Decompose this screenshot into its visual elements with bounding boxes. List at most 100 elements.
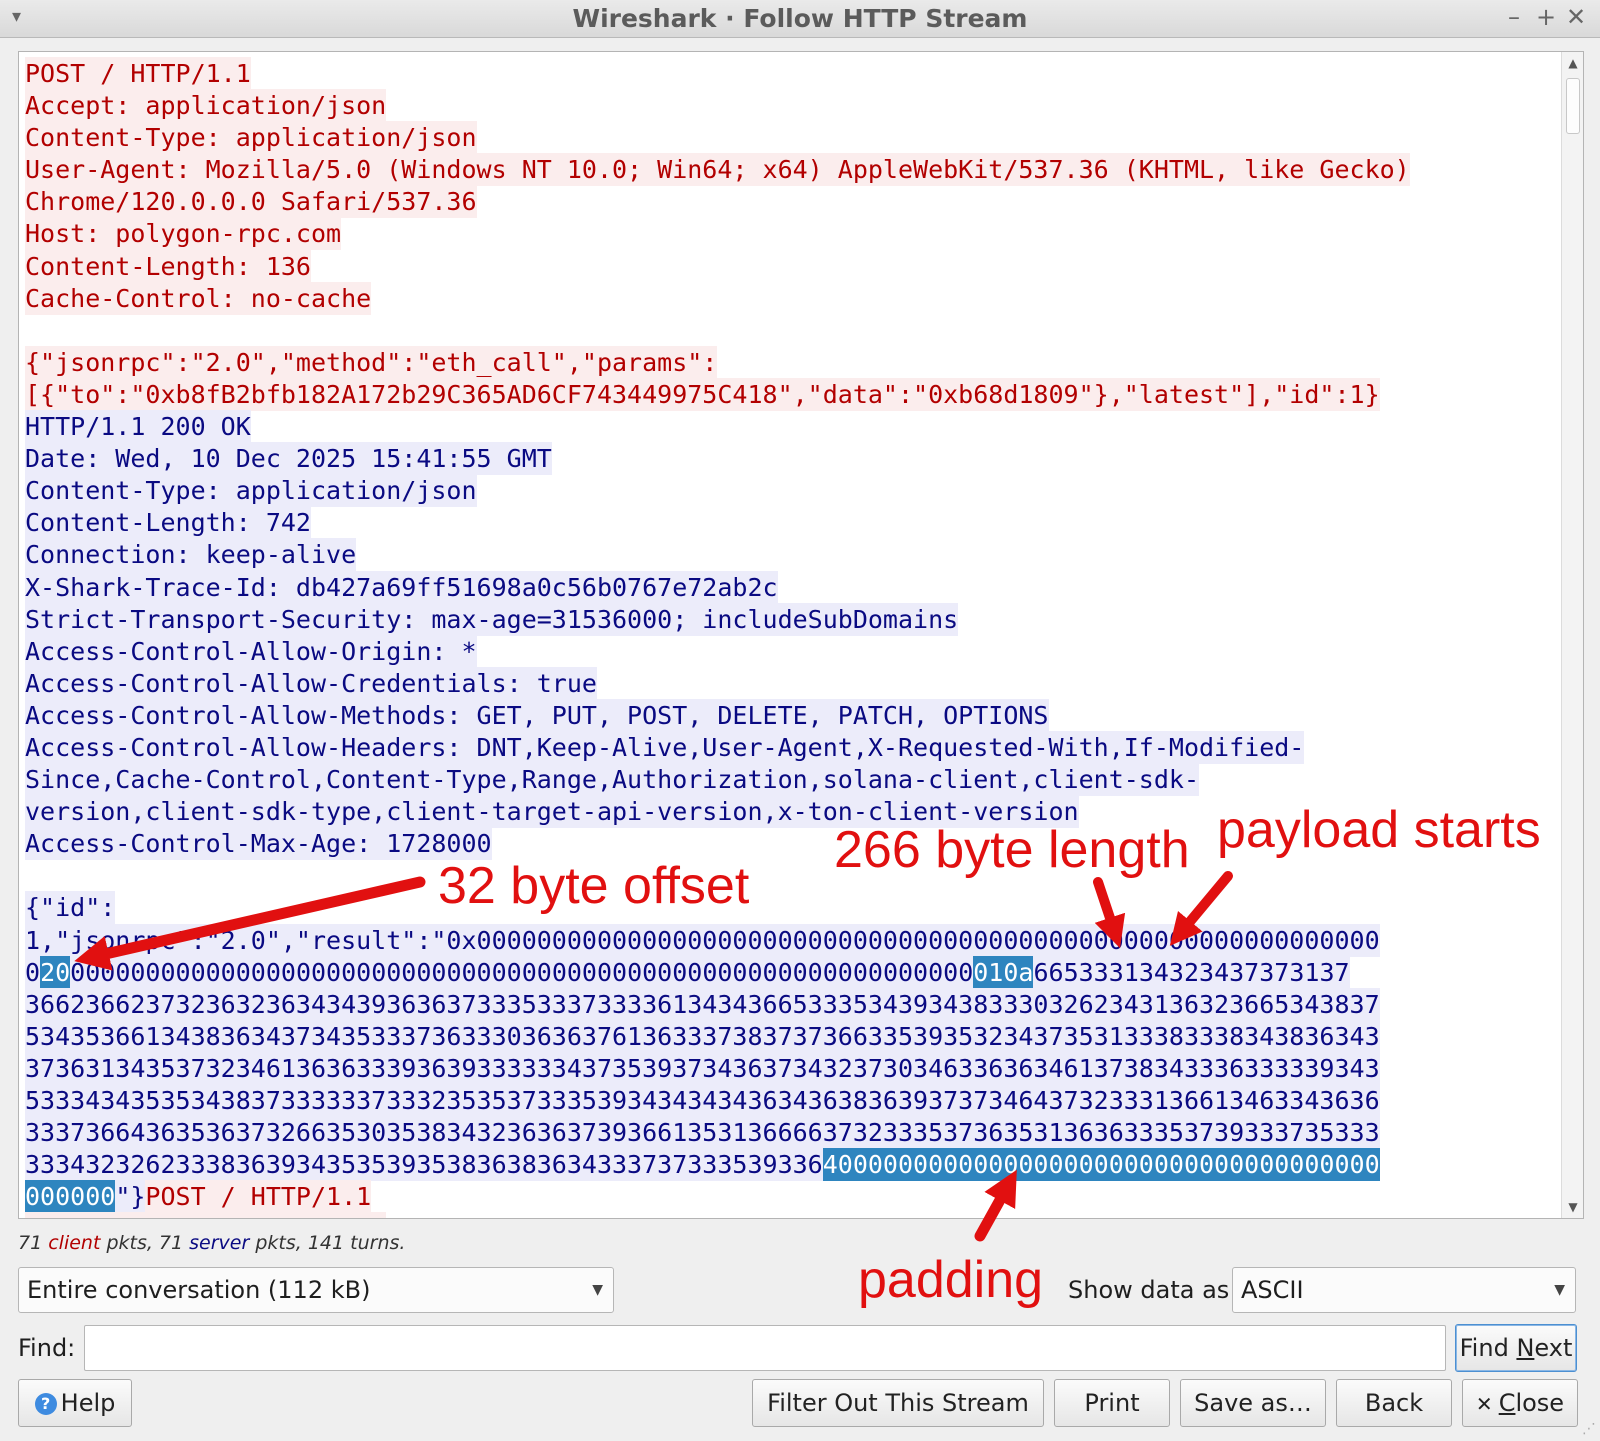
server-text: Access-Control-Max-Age: 1728000 — [25, 827, 492, 861]
stream-line: Accept: application/json — [25, 89, 1555, 123]
server-text: Access-Control-Allow-Headers: DNT,Keep-A… — [25, 730, 1305, 764]
stream-line — [25, 860, 1555, 892]
stream-stats: 71 client pkts, 71 server pkts, 141 turn… — [18, 1232, 406, 1254]
client-text: POST / HTTP/1.1 — [145, 1180, 372, 1214]
close-icon: ✕ — [1475, 1392, 1493, 1416]
client-text: Cache-Control: no-cache — [25, 281, 372, 315]
print-button[interactable]: Print — [1054, 1379, 1170, 1427]
highlighted-bytes: 010a — [973, 955, 1034, 989]
server-text: Strict-Transport-Security: max-age=31536… — [25, 602, 959, 636]
dropdown-arrow-icon: ▼ — [1554, 1282, 1565, 1298]
stream-line: Cache-Control: no-cache — [25, 281, 1555, 315]
server-text: 665333134323437373137 — [1033, 955, 1350, 989]
stream-text-area[interactable]: POST / HTTP/1.1 Accept: application/json C… — [18, 51, 1584, 1219]
minimize-icon[interactable]: – — [1502, 3, 1526, 31]
stream-line: Access-Control-Allow-Origin: * — [25, 634, 1555, 668]
stream-line: 5343536613438363437343533373633303636376… — [25, 1019, 1555, 1053]
stream-line: 5333434353534383733333373332353537333539… — [25, 1084, 1555, 1117]
server-text: Content-Type: application/json — [25, 474, 477, 508]
client-text: Accept: application/json — [25, 1212, 387, 1218]
client-text: Content-Length: 136 — [25, 249, 311, 283]
stream-line: Content-Type: application/json — [25, 474, 1555, 508]
stream-line: 3337366436353637326635303538343236363739… — [25, 1116, 1555, 1150]
server-text: Content-Length: 742 — [25, 506, 311, 540]
close-button[interactable]: ✕ Close — [1462, 1379, 1578, 1427]
scroll-up-icon[interactable]: ▲ — [1564, 54, 1582, 72]
client-text: User-Agent: Mozilla/5.0 (Windows NT 10.0… — [25, 153, 1410, 187]
stream-line: X-Shark-Trace-Id: db427a69ff51698a0c56b0… — [25, 570, 1555, 604]
client-text: {"jsonrpc":"2.0","method":"eth_call","pa… — [25, 345, 718, 379]
scrollbar-thumb[interactable] — [1566, 78, 1580, 134]
stream-line: 1,"jsonrpc":"2.0","result":"0x0000000000… — [25, 923, 1555, 957]
server-word: server — [189, 1232, 250, 1254]
stream-line: 3736313435373234613636333936393333334373… — [25, 1051, 1555, 1085]
server-text: HTTP/1.1 200 OK — [25, 410, 251, 444]
highlighted-bytes: 20 — [40, 955, 71, 989]
server-text: 3337366436353637326635303538343236363739… — [25, 1116, 1380, 1150]
vertical-scrollbar[interactable]: ▲ ▼ — [1561, 52, 1583, 1218]
resize-grip-icon[interactable]: ⋰ — [1582, 1421, 1596, 1437]
stream-line: {"id": — [25, 891, 1555, 925]
back-button[interactable]: Back — [1336, 1379, 1452, 1427]
close-window-icon[interactable]: ✕ — [1564, 3, 1588, 31]
stream-line: Host: polygon-rpc.com — [25, 217, 1555, 251]
find-label: Find: — [18, 1334, 76, 1362]
server-text: Access-Control-Allow-Credentials: true — [25, 666, 597, 700]
server-text: 5333434353534383733333373332353537333539… — [25, 1084, 1380, 1117]
stream-line: 3662366237323632363434393636373335333733… — [25, 987, 1555, 1021]
server-text: 1,"jsonrpc":"2.0","result":"0x0000000000… — [25, 923, 1380, 957]
annotation-padding: padding — [858, 1251, 1044, 1309]
stream-line: Since,Cache-Control,Content-Type,Range,A… — [25, 763, 1555, 797]
client-text: POST / HTTP/1.1 — [25, 57, 251, 90]
annotation-offset: 32 byte offset — [438, 857, 750, 915]
server-text: Access-Control-Allow-Origin: * — [25, 634, 477, 668]
stream-line: Content-Type: application/json — [25, 121, 1555, 155]
help-icon: ? — [34, 1393, 57, 1415]
server-text: {"id": — [25, 891, 116, 925]
stream-line: Chrome/120.0.0.0 Safari/537.36 — [25, 185, 1555, 219]
stream-line: 000000"}POST / HTTP/1.1 — [25, 1180, 1555, 1214]
scroll-down-icon[interactable]: ▼ — [1564, 1198, 1582, 1216]
find-next-button[interactable]: Find Next — [1455, 1324, 1577, 1372]
server-text: 0000000000000000000000000000000000000000… — [70, 955, 974, 989]
server-text: 3736313435373234613636333936393333334373… — [25, 1051, 1380, 1085]
maximize-icon[interactable]: + — [1534, 3, 1558, 31]
stream-line: Content-Length: 136 — [25, 249, 1555, 283]
stream-line: POST / HTTP/1.1 — [25, 57, 1555, 90]
server-text: Date: Wed, 10 Dec 2025 15:41:55 GMT — [25, 442, 552, 476]
server-text: Since,Cache-Control,Content-Type,Range,A… — [25, 763, 1199, 797]
filter-out-stream-button[interactable]: Filter Out This Stream — [752, 1379, 1044, 1427]
server-text: Access-Control-Allow-Methods: GET, PUT, … — [25, 698, 1049, 732]
show-data-select[interactable]: ASCII ▼ — [1232, 1267, 1576, 1313]
client-text: [{"to":"0xb8fB2bfb182A172b29C365AD6CF743… — [25, 377, 1380, 411]
stream-content: POST / HTTP/1.1 Accept: application/json C… — [25, 57, 1555, 1218]
stream-line: Access-Control-Allow-Credentials: true — [25, 666, 1555, 700]
conversation-select[interactable]: Entire conversation (112 kB) ▼ — [18, 1267, 614, 1313]
stream-line — [25, 315, 1555, 347]
show-data-label: Show data as — [1068, 1276, 1230, 1304]
stream-line: Date: Wed, 10 Dec 2025 15:41:55 GMT — [25, 442, 1555, 476]
client-text: Chrome/120.0.0.0 Safari/537.36 — [25, 185, 477, 219]
server-text: "} — [115, 1180, 146, 1214]
highlighted-bytes: 000000 — [25, 1180, 116, 1214]
stream-line: [{"to":"0xb8fB2bfb182A172b29C365AD6CF743… — [25, 377, 1555, 411]
help-button[interactable]: ? Help — [18, 1379, 132, 1427]
server-text: Connection: keep-alive — [25, 538, 357, 572]
annotation-length: 266 byte length — [834, 821, 1190, 879]
title-bar: ▾ Wireshark · Follow HTTP Stream – + ✕ — [0, 0, 1600, 38]
stream-line: HTTP/1.1 200 OK — [25, 410, 1555, 444]
stream-line: Strict-Transport-Security: max-age=31536… — [25, 602, 1555, 636]
client-text: Host: polygon-rpc.com — [25, 217, 342, 251]
server-text: 5343536613438363437343533373633303636376… — [25, 1019, 1380, 1053]
stream-line: {"jsonrpc":"2.0","method":"eth_call","pa… — [25, 345, 1555, 379]
server-text: 3334323262333836393435353935383638363433… — [25, 1148, 823, 1182]
annotation-payload: payload starts — [1217, 801, 1541, 859]
dropdown-arrow-icon: ▼ — [592, 1282, 603, 1298]
window-title: Wireshark · Follow HTTP Stream — [572, 4, 1028, 33]
client-word: client — [48, 1232, 101, 1254]
server-text: X-Shark-Trace-Id: db427a69ff51698a0c56b0… — [25, 570, 778, 604]
stream-line: Content-Length: 742 — [25, 506, 1555, 540]
save-as-button[interactable]: Save as… — [1180, 1379, 1326, 1427]
find-input[interactable] — [84, 1325, 1446, 1371]
stream-line: User-Agent: Mozilla/5.0 (Windows NT 10.0… — [25, 153, 1555, 187]
